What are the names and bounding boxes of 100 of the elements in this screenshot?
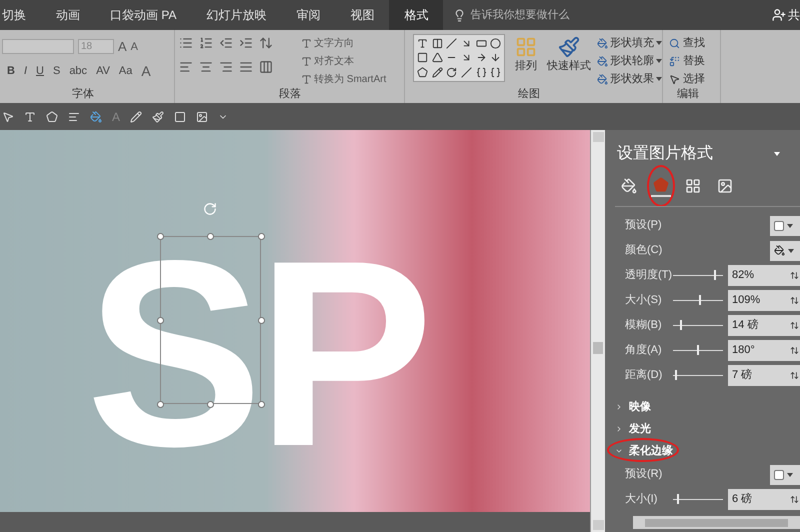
panel-tab[interactable] — [651, 175, 671, 197]
shrink-font-button[interactable]: A — [130, 38, 138, 55]
text-box-icon[interactable] — [24, 110, 36, 122]
right-arrow-icon[interactable] — [476, 52, 487, 64]
field-label: 大小(S) — [625, 293, 663, 308]
rectangle-icon[interactable] — [476, 38, 487, 49]
spinner-icon[interactable] — [790, 371, 799, 380]
ribbon-button[interactable]: 替换 — [669, 52, 720, 70]
picture-icon — [717, 178, 733, 194]
grow-font-button[interactable]: A — [118, 37, 127, 56]
justify-icon[interactable] — [239, 60, 253, 74]
ribbon-button[interactable]: 对齐文本 — [301, 54, 386, 69]
left-brace-icon[interactable] — [476, 67, 487, 78]
spinner-icon[interactable] — [790, 346, 799, 355]
section-header[interactable]: 映像 — [629, 398, 651, 416]
value-field[interactable]: 14 磅 — [728, 315, 800, 336]
format-button[interactable]: S — [52, 63, 60, 80]
numbering-icon[interactable] — [199, 36, 213, 50]
format-button[interactable]: AV — [96, 63, 110, 80]
ribbon-tab[interactable]: 格式 — [389, 0, 444, 30]
right-brace-icon[interactable] — [490, 67, 502, 78]
section-header[interactable]: 柔化边缘 — [629, 442, 673, 460]
preset-dropdown[interactable] — [770, 464, 800, 484]
columns-icon[interactable] — [259, 60, 273, 74]
collapse-icon[interactable] — [615, 447, 623, 455]
spinner-icon[interactable] — [790, 271, 799, 280]
expand-icon[interactable] — [615, 403, 623, 411]
slider-thumb[interactable] — [675, 370, 678, 380]
spinner-icon[interactable] — [790, 296, 799, 305]
vertical-scrollbar[interactable] — [590, 130, 605, 532]
text-box-icon[interactable] — [416, 38, 428, 49]
rounded-rectangle-icon[interactable] — [416, 52, 428, 64]
pencil-icon[interactable] — [130, 110, 142, 122]
format-button[interactable]: U — [36, 63, 44, 80]
line-icon[interactable] — [446, 38, 458, 49]
frame-icon[interactable] — [174, 110, 186, 122]
tell-me-input[interactable]: 告诉我你想要做什么 — [470, 6, 640, 24]
ribbon-tab[interactable]: 动画 — [41, 0, 95, 30]
align-center-icon[interactable] — [199, 60, 213, 74]
share-icon[interactable] — [772, 8, 786, 22]
down-arrow-icon[interactable] — [490, 52, 502, 64]
ribbon-button[interactable]: 形状效果 — [597, 71, 662, 87]
decrease-indent-icon[interactable] — [219, 36, 233, 50]
value-field[interactable]: 7 磅 — [728, 365, 800, 386]
group-label: 字体 — [72, 88, 95, 101]
value-field[interactable]: 180° — [728, 340, 800, 361]
ribbon-tab[interactable]: 口袋动画 PA — [95, 0, 192, 30]
slider-thumb[interactable] — [680, 320, 682, 330]
picture-icon[interactable] — [196, 110, 208, 122]
section-header[interactable]: 发光 — [629, 420, 651, 438]
ribbon-button[interactable]: 文字方向 — [301, 36, 386, 51]
ribbon-button[interactable]: 转换为 SmartArt — [301, 72, 386, 87]
align-left-icon[interactable] — [179, 60, 193, 74]
ribbon-button[interactable]: 选择 — [669, 70, 720, 88]
ribbon-tab[interactable]: 切换 — [0, 0, 41, 30]
fill-icon — [621, 178, 637, 194]
ribbon-tab[interactable]: 视图 — [335, 0, 390, 30]
ribbon-button[interactable]: 形状轮廓 — [597, 53, 662, 69]
value-field[interactable]: 109% — [728, 290, 800, 311]
spinner-icon[interactable] — [790, 321, 799, 330]
bullets-icon[interactable] — [179, 36, 193, 50]
ribbon-tab[interactable]: 幻灯片放映 — [191, 0, 282, 30]
shape-gallery[interactable] — [413, 34, 506, 82]
scribble-icon[interactable] — [432, 67, 443, 78]
value-field[interactable]: 82% — [728, 265, 800, 286]
ribbon-button[interactable]: 形状填充 — [597, 35, 662, 51]
spinner-icon[interactable] — [790, 495, 799, 504]
slider-thumb[interactable] — [714, 270, 716, 280]
expand-icon[interactable] — [615, 425, 623, 433]
line-spacing-icon[interactable] — [259, 36, 273, 50]
ribbon-button[interactable]: 查找 — [669, 34, 720, 52]
slider-thumb[interactable] — [676, 494, 679, 504]
oval-icon[interactable] — [490, 38, 502, 49]
share-label[interactable]: 共 — [788, 6, 800, 24]
font-color-button[interactable]: A — [141, 61, 151, 82]
arrow-line-icon[interactable] — [461, 38, 472, 49]
triangle-icon[interactable] — [432, 52, 443, 64]
format-button[interactable]: Aa — [118, 63, 132, 80]
tell-me-field[interactable]: 告诉我你想要做什么 — [453, 0, 654, 30]
vertical-text-box-icon[interactable] — [432, 38, 443, 49]
shape-icon[interactable] — [46, 110, 58, 122]
arrange-button[interactable]: 排列 — [515, 58, 538, 74]
preset-dropdown[interactable] — [770, 216, 800, 236]
slider-thumb[interactable] — [699, 295, 702, 305]
format-button[interactable]: B — [7, 63, 15, 80]
value-field[interactable]: 6 磅 — [728, 489, 800, 510]
format-button[interactable]: I — [24, 63, 28, 80]
brush-icon[interactable] — [152, 110, 164, 122]
increase-indent-icon[interactable] — [239, 36, 253, 50]
color-dropdown[interactable] — [770, 240, 800, 260]
replace-icon — [669, 56, 680, 66]
freeform-icon[interactable] — [416, 67, 428, 78]
pointer-icon[interactable] — [2, 110, 14, 122]
horizontal-scrollbar[interactable] — [633, 516, 800, 529]
format-button[interactable]: abc — [69, 63, 88, 80]
quick-styles-button[interactable]: 快速样式 — [546, 58, 591, 74]
paint-bucket-icon[interactable] — [90, 110, 102, 122]
align-icon[interactable] — [68, 110, 80, 122]
align-right-icon[interactable] — [219, 60, 233, 74]
ribbon-tab[interactable]: 审阅 — [281, 0, 336, 30]
